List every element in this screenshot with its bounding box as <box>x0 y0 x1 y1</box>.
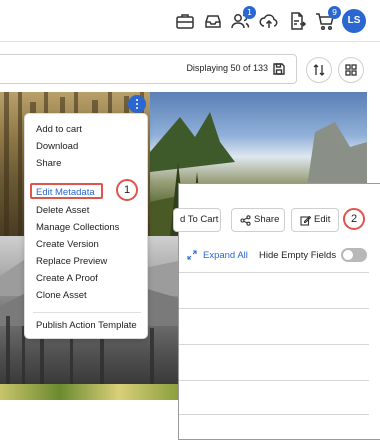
menu-divider <box>33 312 141 313</box>
asset-thumbnail-partial[interactable] <box>0 384 178 400</box>
grid-view-icon <box>345 64 357 76</box>
share-button[interactable]: Share <box>231 208 285 232</box>
menu-item-create-a-proof[interactable]: Create A Proof <box>36 273 98 284</box>
menu-item-publish-action-template[interactable]: Publish Action Template <box>36 320 137 331</box>
add-to-cart-button[interactable]: d To Cart <box>173 208 221 232</box>
edit-icon <box>300 215 311 226</box>
menu-item-create-version[interactable]: Create Version <box>36 239 99 250</box>
sort-button[interactable] <box>306 57 332 83</box>
asset-actions-menu: Add to cart Download Share Edit Metadata… <box>24 113 148 339</box>
edit-button[interactable]: Edit <box>291 208 339 232</box>
menu-item-delete-asset[interactable]: Delete Asset <box>36 205 89 216</box>
user-avatar[interactable]: LS <box>342 9 366 33</box>
panel-divider <box>179 380 369 381</box>
menu-item-share[interactable]: Share <box>36 158 61 169</box>
sort-icon <box>313 64 325 76</box>
panel-divider <box>179 414 369 415</box>
menu-item-manage-collections[interactable]: Manage Collections <box>36 222 119 233</box>
expand-icon[interactable] <box>187 250 197 260</box>
panel-divider <box>179 308 369 309</box>
edit-label: Edit <box>314 214 331 225</box>
share-label: Share <box>254 214 280 225</box>
more-options-button[interactable] <box>128 95 146 113</box>
save-icon[interactable] <box>272 62 286 76</box>
share-icon <box>240 215 251 226</box>
step-1-marker: 1 <box>116 179 138 201</box>
upload-icon[interactable] <box>258 10 280 32</box>
cart-badge: 9 <box>328 6 341 19</box>
menu-item-clone-asset[interactable]: Clone Asset <box>36 290 87 301</box>
menu-item-edit-metadata[interactable]: Edit Metadata <box>36 187 95 198</box>
panel-divider <box>179 344 369 345</box>
add-to-cart-label: d To Cart <box>180 214 219 225</box>
briefcase-icon[interactable] <box>174 10 196 32</box>
inbox-icon[interactable] <box>202 10 224 32</box>
menu-item-download[interactable]: Download <box>36 141 78 152</box>
cart-icon[interactable]: 9 <box>314 6 341 32</box>
hide-empty-fields-toggle[interactable] <box>341 248 367 262</box>
panel-divider <box>179 272 369 273</box>
document-export-icon[interactable] <box>286 10 308 32</box>
hide-empty-fields-label: Hide Empty Fields <box>259 250 337 261</box>
view-toggle-button[interactable] <box>338 57 364 83</box>
expand-all-link[interactable]: Expand All <box>203 250 248 261</box>
step-2-marker: 2 <box>343 208 365 230</box>
results-toolbar: Displaying 50 of 133 <box>0 54 297 84</box>
users-icon[interactable]: 1 <box>229 6 256 32</box>
asset-detail-panel: d To Cart Share Edit 2 Expand All Hide E… <box>173 183 380 440</box>
results-count: Displaying 50 of 133 <box>186 63 268 73</box>
users-badge: 1 <box>243 6 256 19</box>
menu-item-replace-preview[interactable]: Replace Preview <box>36 256 107 267</box>
top-navigation-bar: 1 9 LS <box>0 0 380 42</box>
menu-item-add-to-cart[interactable]: Add to cart <box>36 124 82 135</box>
